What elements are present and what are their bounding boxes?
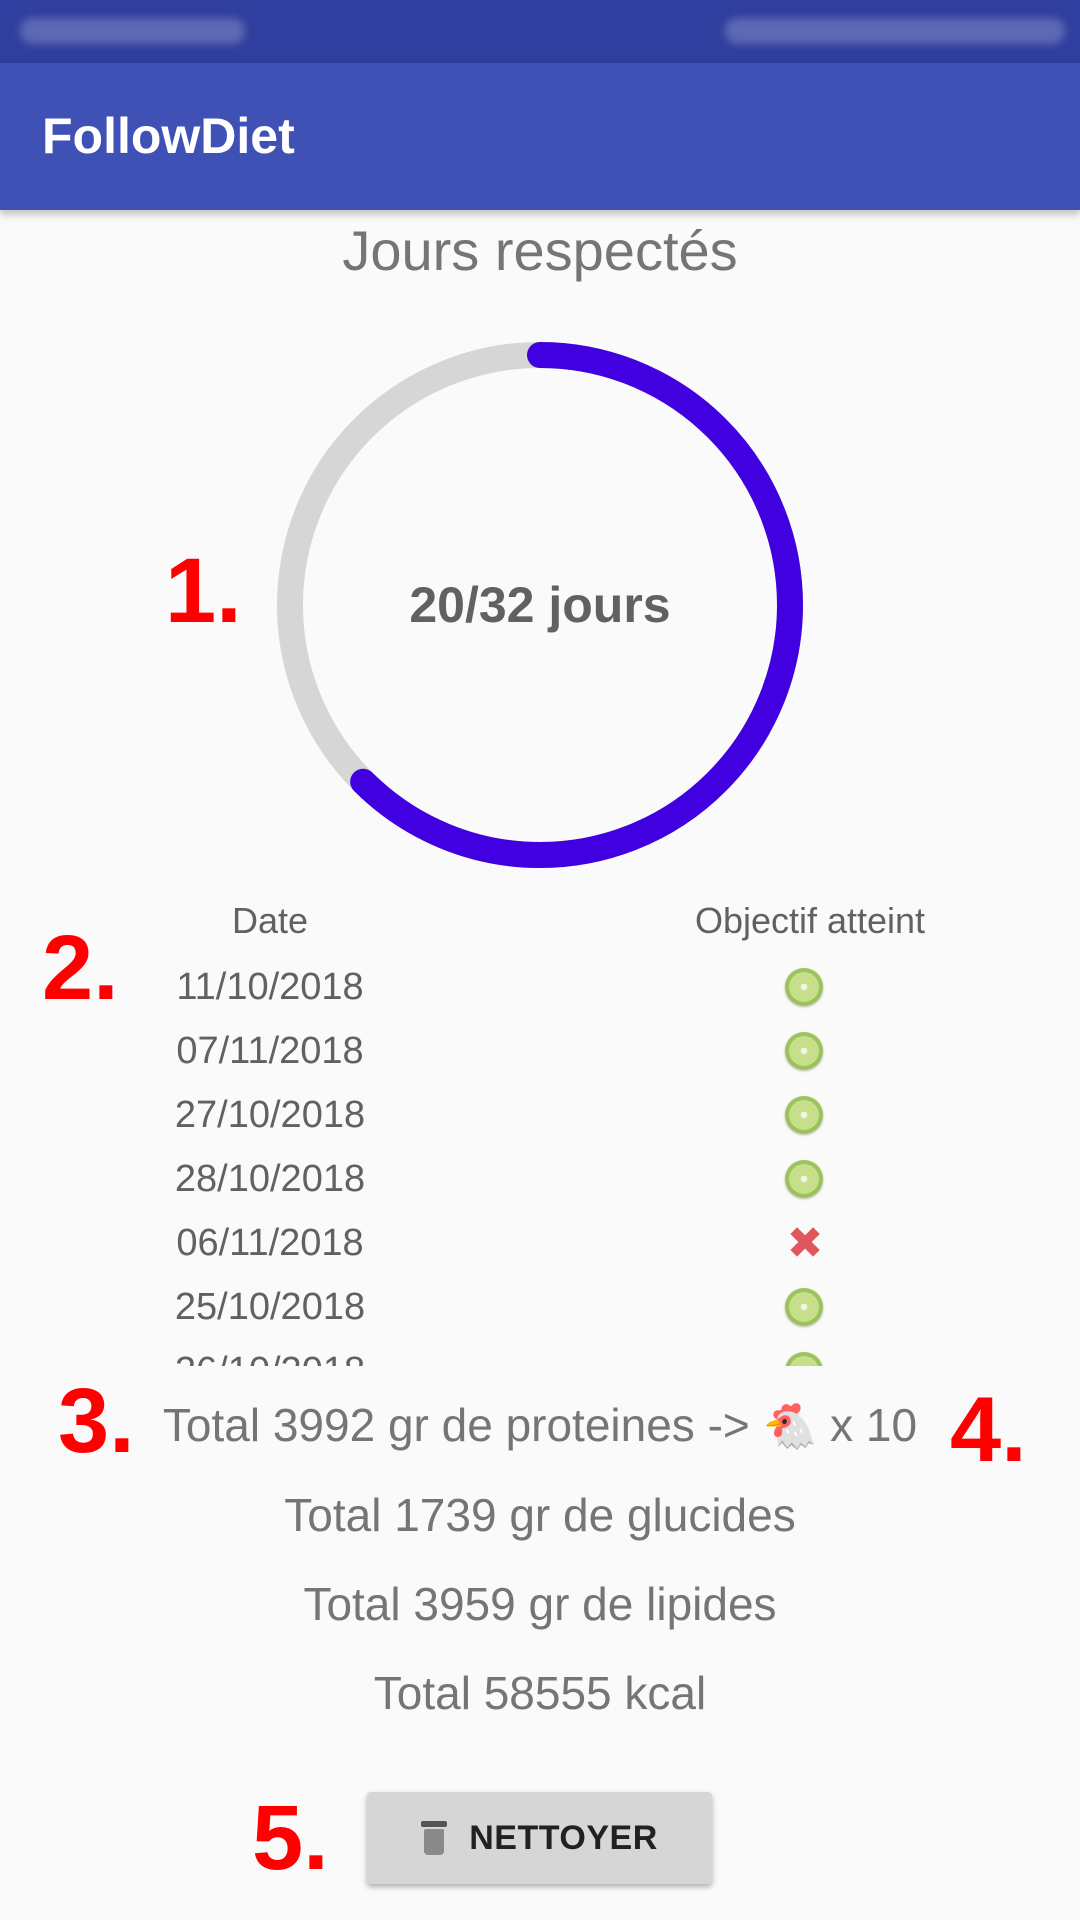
kiwi-icon — [785, 1352, 825, 1366]
table-row[interactable]: 27/10/2018 — [0, 1086, 1080, 1150]
column-header-date: Date — [231, 900, 309, 941]
table-row[interactable]: 11/10/2018 — [0, 958, 1080, 1022]
trash-icon — [421, 1821, 448, 1855]
status-bar — [0, 0, 1080, 63]
progress-ring: 20/32 jours — [276, 341, 804, 869]
history-table[interactable]: Date Objectif atteint 11/10/2018 07/11/2… — [0, 896, 1080, 1366]
clear-button[interactable]: NETTOYER — [367, 1792, 712, 1884]
total-glucides: Total 1739 gr de glucides — [284, 1489, 796, 1541]
kiwi-icon — [785, 1096, 825, 1136]
kiwi-icon — [785, 1032, 825, 1072]
cross-icon: ✖ — [786, 1219, 824, 1268]
annotation-1: 1. — [165, 540, 242, 642]
row-date: 28/10/2018 — [174, 1158, 366, 1200]
app-bar: FollowDiet — [0, 63, 1080, 210]
table-row[interactable]: 26/10/2018 — [0, 1342, 1080, 1366]
row-date: 11/10/2018 — [176, 966, 364, 1008]
kiwi-icon — [785, 1160, 825, 1200]
progress-ring-label: 20/32 jours — [409, 577, 671, 633]
total-lipides: Total 3959 gr de lipides — [303, 1578, 777, 1630]
kiwi-icon — [785, 968, 825, 1008]
row-date: 27/10/2018 — [174, 1094, 366, 1136]
total-kcal: Total 58555 kcal — [373, 1667, 707, 1719]
total-proteins-multiplier: x 10 — [830, 1399, 918, 1451]
total-proteins: Total 3992 gr de proteines -> 🐔 x 10 — [0, 1398, 1080, 1452]
table-row[interactable]: 28/10/2018 — [0, 1150, 1080, 1214]
row-date: 06/11/2018 — [176, 1222, 364, 1264]
table-row[interactable]: 06/11/2018 ✖ — [0, 1214, 1080, 1278]
row-date: 26/10/2018 — [60, 1350, 480, 1366]
table-row[interactable]: 25/10/2018 — [0, 1278, 1080, 1342]
chicken-icon: 🐔 — [762, 1402, 818, 1451]
annotation-5: 5. — [252, 1787, 329, 1889]
clear-button-label: NETTOYER — [469, 1818, 658, 1857]
table-row[interactable]: 07/11/2018 — [0, 1022, 1080, 1086]
row-date: 25/10/2018 — [174, 1286, 366, 1328]
total-proteins-text: Total 3992 gr de proteines -> — [162, 1399, 750, 1451]
progress-title: Jours respectés — [342, 219, 738, 282]
column-header-goal: Objectif atteint — [694, 900, 926, 941]
row-date: 07/11/2018 — [176, 1030, 364, 1072]
app-title: FollowDiet — [42, 108, 295, 164]
kiwi-icon — [785, 1288, 825, 1328]
